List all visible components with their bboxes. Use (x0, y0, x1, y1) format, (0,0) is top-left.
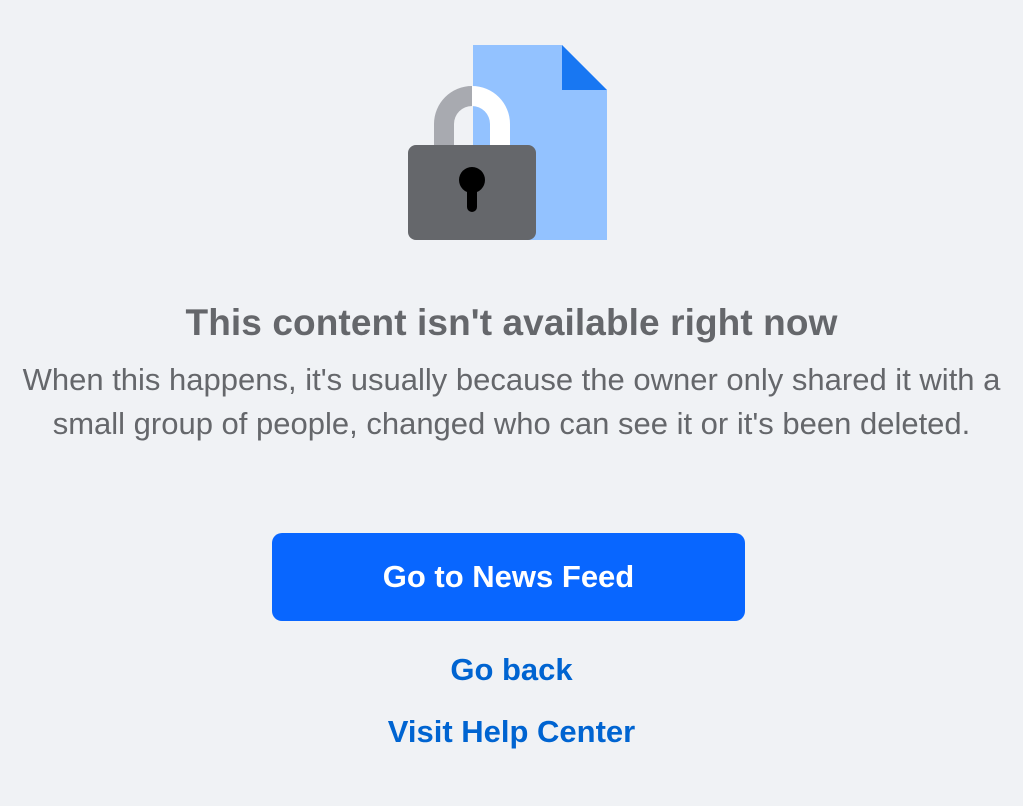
document-fold-icon (562, 45, 607, 90)
visit-help-center-link[interactable]: Visit Help Center (0, 710, 1023, 754)
lock-shackle-left-icon (434, 86, 472, 152)
locked-document-icon (405, 42, 610, 242)
locked-document-graphic (408, 45, 607, 240)
go-back-link[interactable]: Go back (0, 648, 1023, 692)
go-to-news-feed-button[interactable]: Go to News Feed (272, 533, 745, 621)
page-title: This content isn't available right now (185, 302, 838, 343)
message-body: When this happens, it's usually because … (22, 362, 1001, 441)
